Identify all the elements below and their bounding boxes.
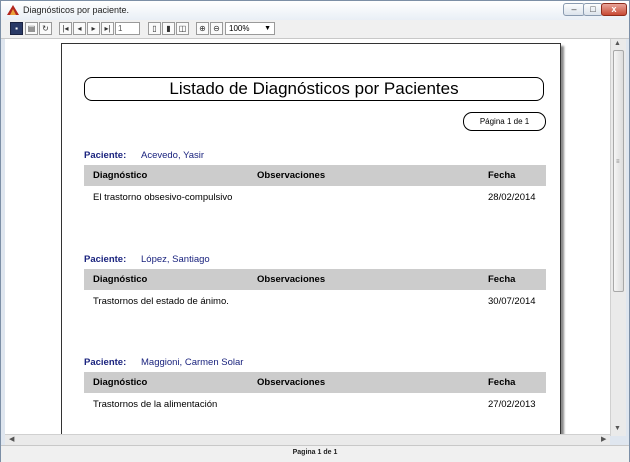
diagnosis-cell: Trastornos del estado de ánimo. (93, 296, 229, 307)
patient-section: Paciente: Maggioni, Carmen Solar Diagnós… (84, 357, 546, 427)
column-header-fecha: Fecha (488, 377, 516, 388)
save-icon[interactable]: ▪ (10, 22, 23, 35)
patient-section: Paciente: López, Santiago Diagnóstico Ob… (84, 254, 546, 324)
zoom-select[interactable]: 100% ▼ (225, 22, 275, 35)
column-header-observaciones: Observaciones (257, 377, 326, 388)
print-icon[interactable]: ▤ (25, 22, 38, 35)
window-title: Diagnósticos por paciente. (23, 5, 130, 15)
patient-name: Acevedo, Yasir (141, 150, 205, 161)
vertical-scrollbar[interactable]: ▲ ≡ ▼ (610, 39, 626, 436)
page-width-icon[interactable]: ▮ (162, 22, 175, 35)
table-header: Diagnóstico Observaciones Fecha (84, 165, 546, 186)
column-header-diagnostico: Diagnóstico (93, 274, 148, 285)
title-bar: Diagnósticos por paciente. ‒ □ x (1, 1, 629, 21)
previous-page-icon[interactable]: ◂ (73, 22, 86, 35)
toolbar: ▪ ▤ ↻ |◂ ◂ ▸ ▸| 1 ▯ ▮ ◫ ⊕ ⊖ 100% ▼ (1, 20, 629, 39)
page-counter: Página 1 de 1 (463, 112, 546, 131)
patient-name: Maggioni, Carmen Solar (141, 357, 244, 368)
patient-section: Paciente: Acevedo, Yasir Diagnóstico Obs… (84, 150, 546, 220)
diagnosis-cell: El trastorno obsesivo-compulsivo (93, 192, 233, 203)
app-icon (7, 5, 19, 15)
page-number-input[interactable]: 1 (115, 22, 140, 35)
zoom-out-icon[interactable]: ⊖ (210, 22, 223, 35)
next-page-icon[interactable]: ▸ (87, 22, 100, 35)
diagnosis-cell: Trastornos de la alimentación (93, 399, 218, 410)
patient-label: Paciente: (84, 254, 127, 265)
vertical-scroll-thumb[interactable]: ≡ (613, 50, 624, 292)
status-page-text: Pagina 1 de 1 (292, 449, 338, 456)
column-header-observaciones: Observaciones (257, 170, 326, 181)
maximize-button[interactable]: □ (583, 3, 603, 16)
report-viewer-window: Diagnósticos por paciente. ‒ □ x ▪ ▤ ↻ |… (0, 0, 630, 462)
close-button[interactable]: x (601, 3, 627, 16)
last-page-icon[interactable]: ▸| (101, 22, 114, 35)
report-title: Listado de Diagnósticos por Pacientes (84, 77, 544, 101)
chevron-down-icon: ▼ (264, 25, 271, 32)
column-header-diagnostico: Diagnóstico (93, 170, 148, 181)
whole-page-icon[interactable]: ◫ (176, 22, 189, 35)
scroll-right-icon[interactable]: ▶ (601, 435, 606, 443)
first-page-icon[interactable]: |◂ (59, 22, 72, 35)
minimize-button[interactable]: ‒ (563, 3, 585, 16)
table-header: Diagnóstico Observaciones Fecha (84, 372, 546, 393)
patient-name: López, Santiago (141, 254, 210, 265)
column-header-fecha: Fecha (488, 170, 516, 181)
column-header-fecha: Fecha (488, 274, 516, 285)
grip-icon: ≡ (616, 159, 620, 165)
date-cell: 30/07/2014 (488, 296, 536, 307)
zoom-in-icon[interactable]: ⊕ (196, 22, 209, 35)
patient-label: Paciente: (84, 150, 127, 161)
status-bar: Pagina 1 de 1 (1, 445, 629, 462)
refresh-icon[interactable]: ↻ (39, 22, 52, 35)
single-page-icon[interactable]: ▯ (148, 22, 161, 35)
date-cell: 27/02/2013 (488, 399, 536, 410)
patient-label: Paciente: (84, 357, 127, 368)
scroll-down-icon[interactable]: ▼ (614, 425, 621, 432)
column-header-observaciones: Observaciones (257, 274, 326, 285)
scroll-left-icon[interactable]: ◀ (9, 435, 14, 443)
date-cell: 28/02/2014 (488, 192, 536, 203)
zoom-value: 100% (229, 24, 250, 33)
report-canvas: Listado de Diagnósticos por Pacientes Pá… (5, 39, 610, 434)
table-header: Diagnóstico Observaciones Fecha (84, 269, 546, 290)
scroll-up-icon[interactable]: ▲ (614, 40, 621, 47)
report-page: Listado de Diagnósticos por Pacientes Pá… (61, 43, 561, 434)
column-header-diagnostico: Diagnóstico (93, 377, 148, 388)
